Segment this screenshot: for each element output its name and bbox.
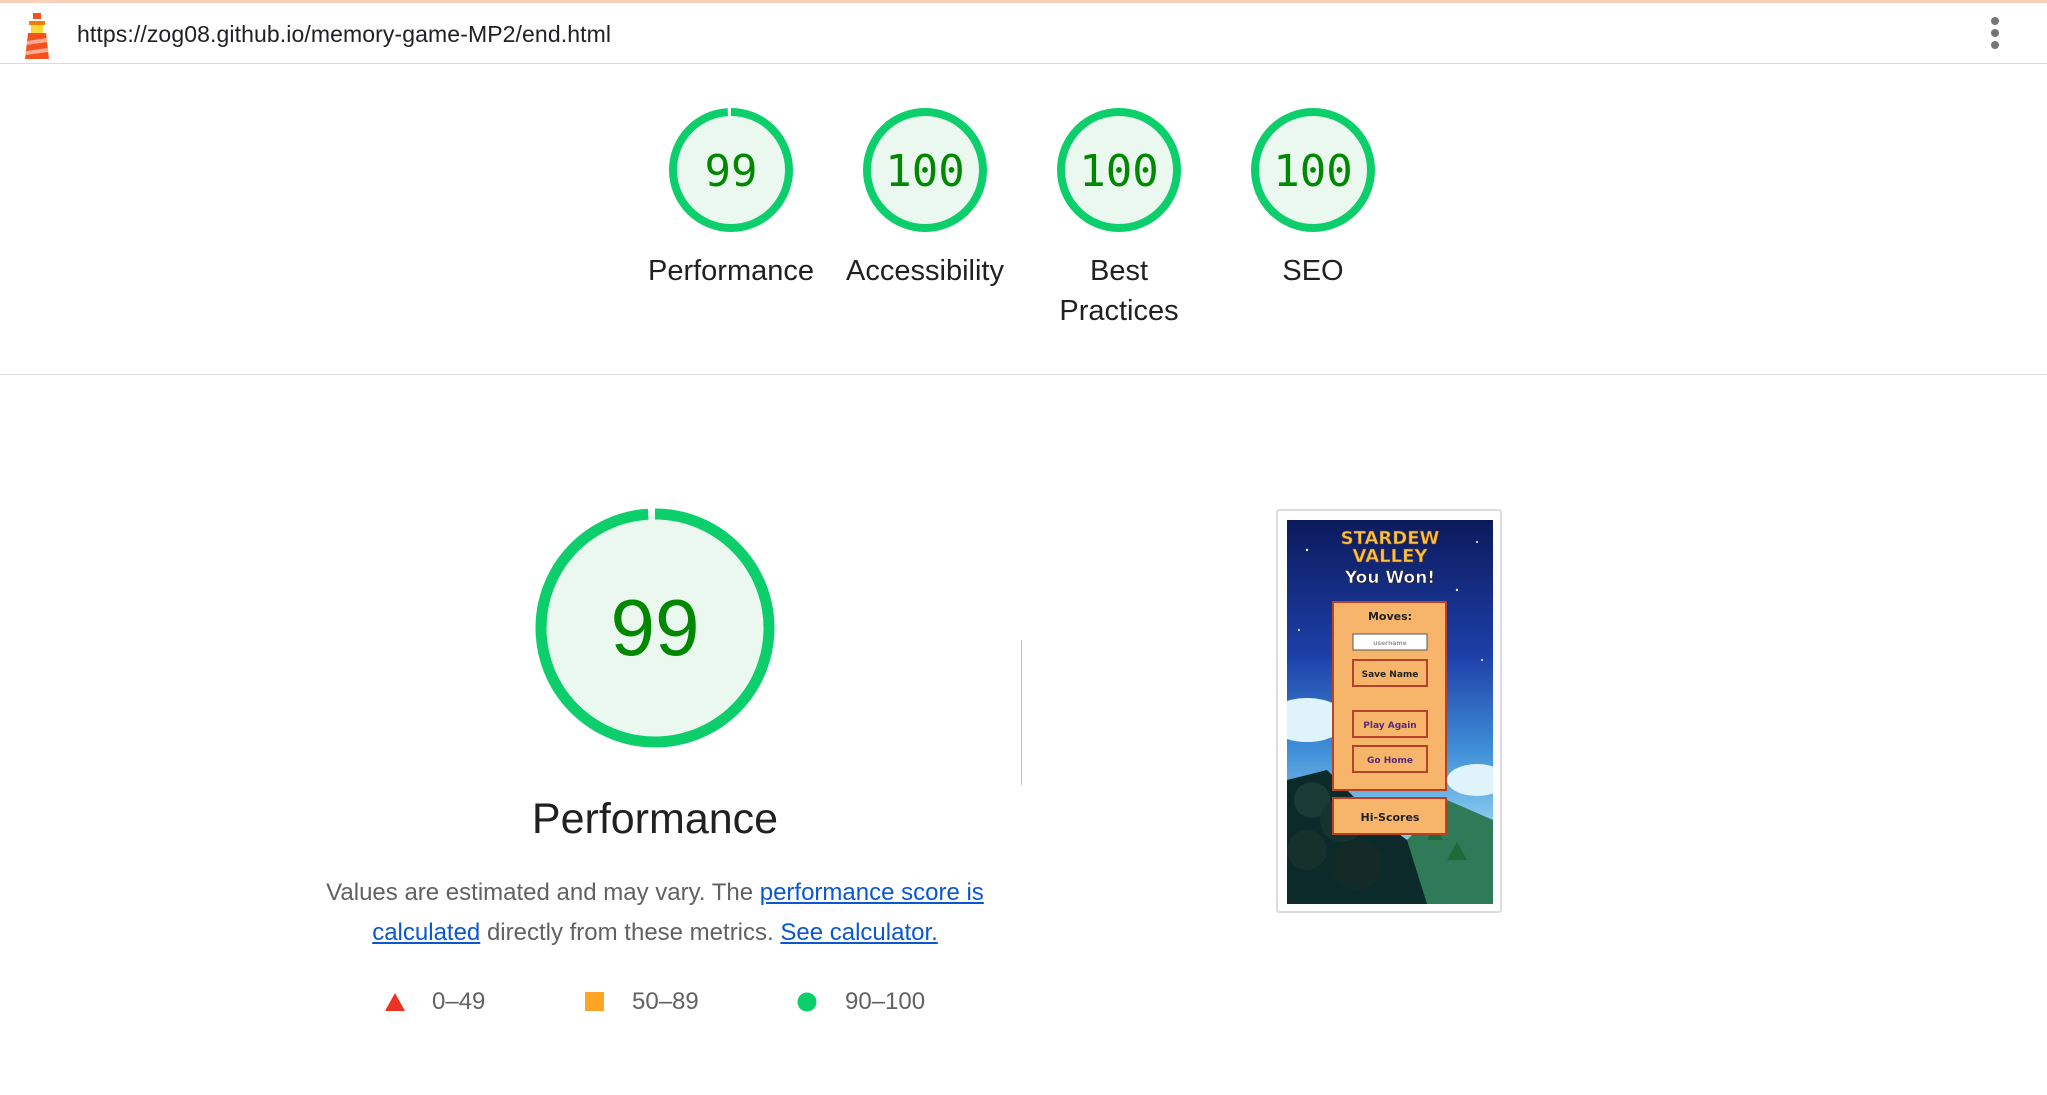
gauge-score: 100	[885, 146, 964, 197]
report-header-bar: https://zog08.github.io/memory-game-MP2/…	[0, 0, 2047, 64]
gauge-label: Best Practices	[1059, 255, 1179, 327]
thumb-moves-label: Moves:	[1368, 610, 1412, 623]
circle-icon	[797, 992, 817, 1012]
final-screenshot-thumbnail[interactable]: STARDEW VALLEY You Won! Moves: username …	[1276, 509, 1502, 913]
gauge-score: 99	[705, 146, 758, 197]
gauge-seo[interactable]: 100 SEO	[1228, 105, 1398, 291]
section-divider	[0, 374, 2047, 375]
thumb-hiscores-button: Hi-Scores	[1361, 811, 1420, 824]
gauge-label: Performance	[647, 255, 814, 287]
square-icon	[585, 992, 604, 1011]
thumb-heading: You Won!	[1344, 568, 1435, 588]
gauge-score: 100	[1273, 146, 1352, 197]
gauge-ring: 99	[669, 108, 793, 232]
kebab-menu-icon[interactable]	[1985, 17, 2005, 57]
gauge-ring: 100	[1057, 108, 1181, 232]
thumb-username-input: username	[1373, 640, 1407, 647]
desc-text: directly from these metrics.	[480, 919, 781, 946]
performance-gauge: 99	[535, 508, 775, 748]
gauge-ring: 100	[1251, 108, 1375, 232]
performance-score: 99	[611, 583, 700, 672]
lighthouse-icon	[25, 13, 49, 59]
gauge-label: Accessibility	[846, 255, 1004, 287]
triangle-icon	[385, 993, 405, 1011]
legend-label: 50–89	[632, 988, 699, 1015]
legend-label: 0–49	[432, 988, 486, 1015]
gauge-label: SEO	[1282, 255, 1344, 287]
see-calculator-link[interactable]: See calculator.	[780, 919, 937, 946]
gauge-accessibility[interactable]: 100 Accessibility	[840, 105, 1010, 291]
gauge-score: 100	[1079, 146, 1158, 197]
thumb-save-button: Save Name	[1362, 670, 1419, 680]
performance-description: Values are estimated and may vary. The p…	[320, 873, 990, 953]
performance-title: Performance	[531, 795, 779, 843]
page-url: https://zog08.github.io/memory-game-MP2/…	[77, 21, 612, 47]
thumb-game-title: VALLEY	[1353, 546, 1429, 567]
thumb-play-again-button: Play Again	[1363, 721, 1416, 731]
gauge-performance[interactable]: 99 Performance	[646, 105, 816, 291]
screenshot-image: STARDEW VALLEY You Won! Moves: username …	[1287, 520, 1493, 904]
desc-text: Values are estimated and may vary. The	[326, 879, 760, 906]
gauge-ring: 100	[863, 108, 987, 232]
legend-label: 90–100	[845, 988, 926, 1015]
gauge-best-practices[interactable]: 100 Best Practices	[1034, 105, 1204, 331]
vertical-divider	[1021, 640, 1022, 785]
thumb-go-home-button: Go Home	[1367, 756, 1413, 766]
